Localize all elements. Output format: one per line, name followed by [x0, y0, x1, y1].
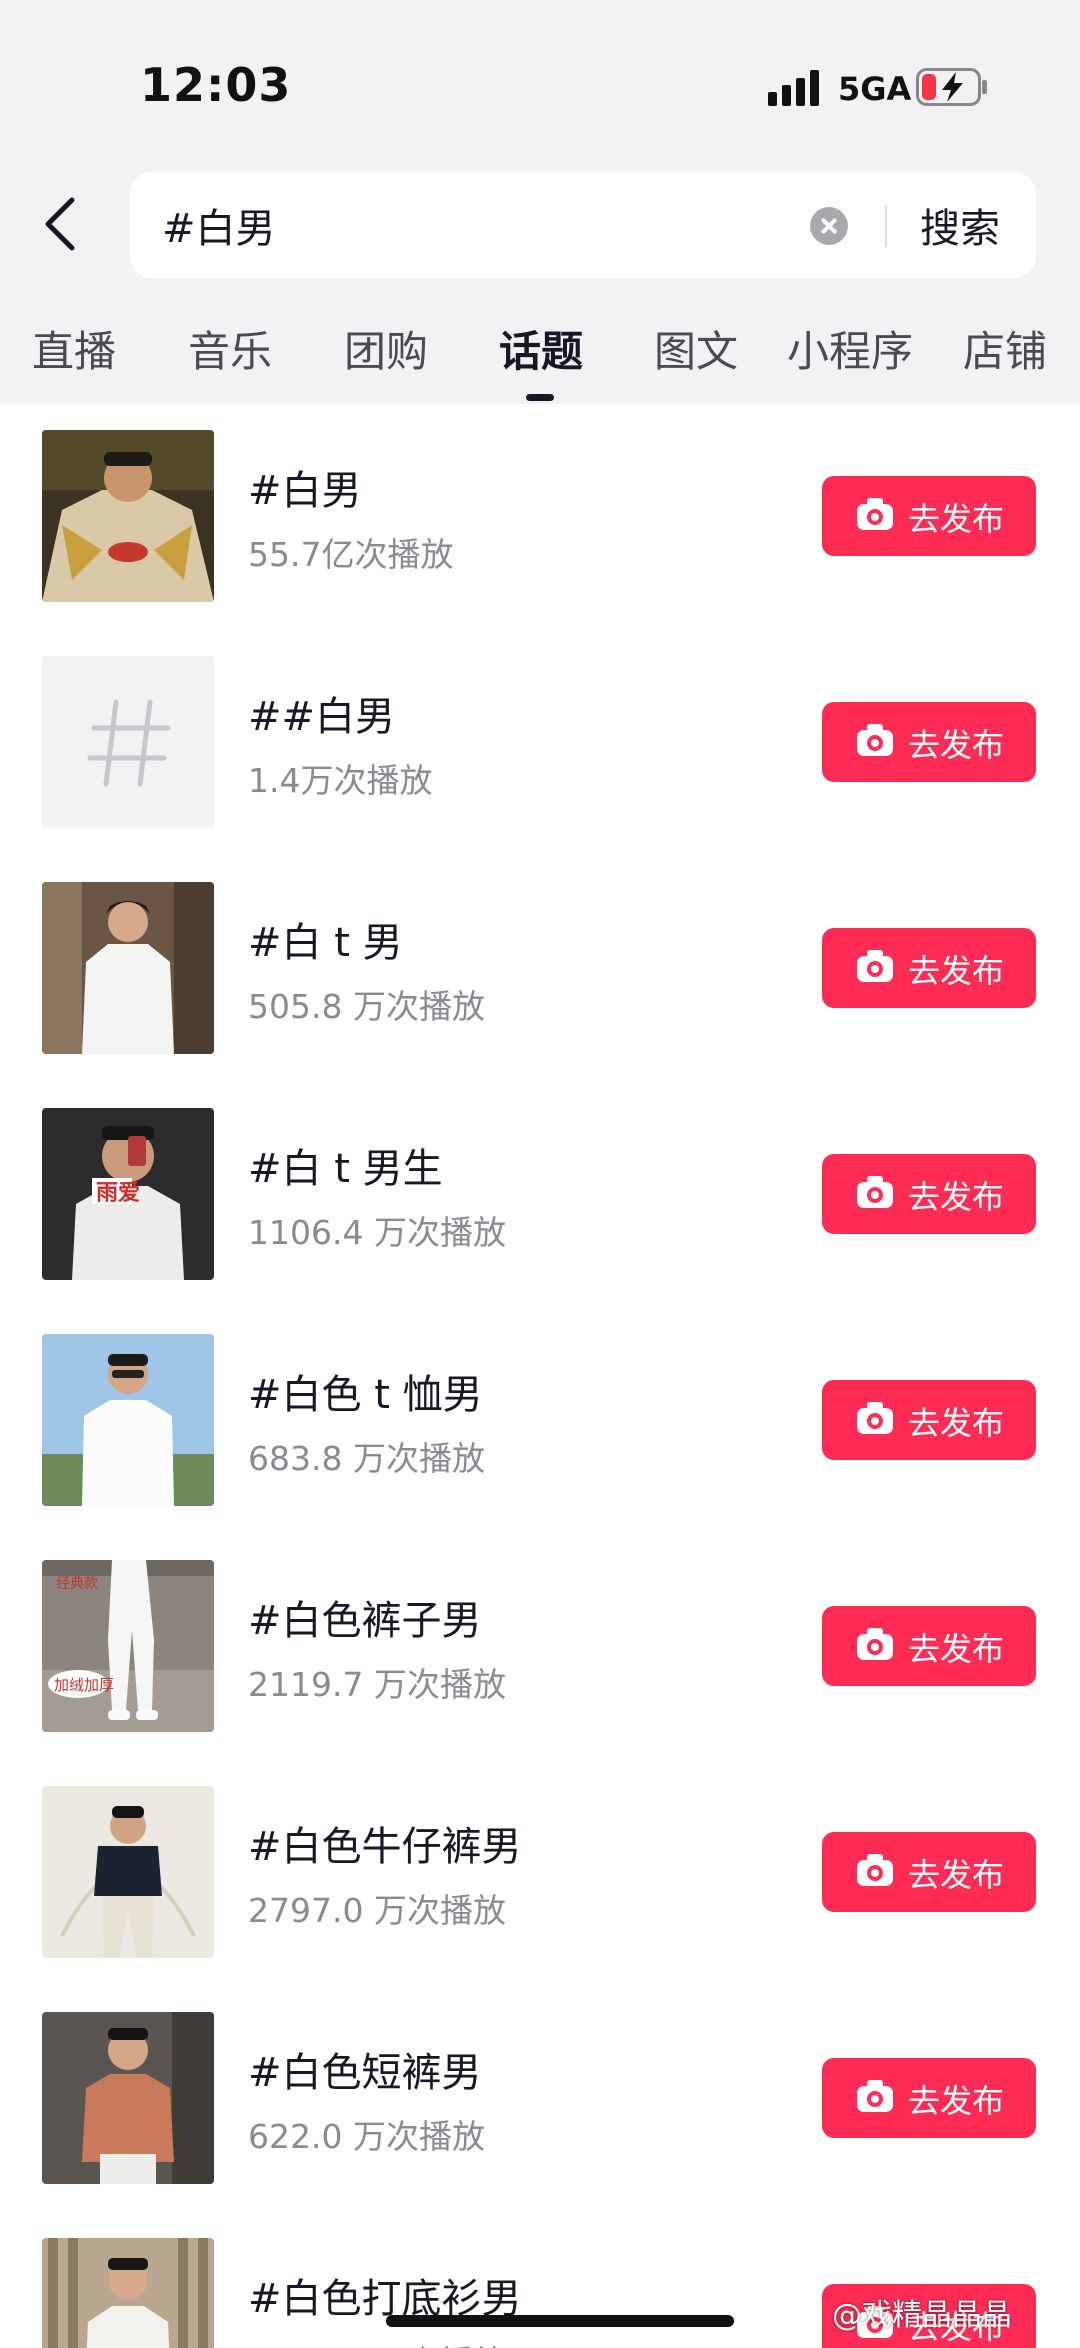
topic-thumbnail	[42, 2238, 214, 2348]
signal-icon	[768, 70, 824, 106]
publish-button[interactable]: 去发布	[822, 1154, 1036, 1234]
publish-button[interactable]: 去发布	[822, 476, 1036, 556]
topic-thumbnail: 雨爱	[42, 1108, 214, 1280]
publish-label: 去发布	[908, 1630, 1005, 1668]
topic-title: #白 t 男生	[248, 1146, 443, 1192]
topic-title: #白 t 男	[248, 920, 403, 966]
topic-row[interactable]: #白色 t 恤男 683.8 万次播放 去发布	[0, 1308, 1080, 1534]
publish-button[interactable]: 去发布	[822, 1380, 1036, 1460]
camera-icon	[857, 498, 893, 530]
topic-title: #白色牛仔裤男	[248, 1824, 522, 1870]
topic-row[interactable]: #白色牛仔裤男 2797.0 万次播放 去发布	[0, 1760, 1080, 1986]
topic-play-count: 1.4万次播放	[248, 761, 433, 800]
network-type: 5GA	[838, 70, 912, 108]
topic-thumbnail	[42, 1786, 214, 1958]
topic-thumbnail	[42, 430, 214, 602]
topic-play-count: 55.7亿次播放	[248, 535, 454, 574]
publish-label: 去发布	[908, 1404, 1005, 1442]
topic-play-count: 1020.3 万次播放	[248, 2336, 506, 2348]
publish-label: 去发布	[908, 952, 1005, 990]
tab-live[interactable]: 直播	[32, 318, 116, 379]
topic-play-count: 1106.4 万次播放	[248, 1213, 506, 1252]
topic-row[interactable]: #白色短裤男 622.0 万次播放 去发布	[0, 1986, 1080, 2212]
thumbnail-caption: 经典款	[56, 1576, 98, 1592]
topic-play-count: 2797.0 万次播放	[248, 1891, 506, 1930]
publish-label: 去发布	[908, 2082, 1005, 2120]
topic-row[interactable]: 经典款 加绒加厚 #白色裤子男 2119.7 万次播放 去发布	[0, 1534, 1080, 1760]
publish-button[interactable]: 去发布	[822, 1606, 1036, 1686]
home-indicator[interactable]	[386, 2315, 734, 2327]
thumbnail-caption: 雨爱	[96, 1181, 140, 1206]
back-arrow-icon[interactable]	[34, 192, 88, 256]
topic-title: #白色短裤男	[248, 2050, 482, 2096]
topic-thumbnail	[42, 2012, 214, 2184]
topic-play-count: 622.0 万次播放	[248, 2117, 485, 2156]
clear-icon[interactable]	[810, 207, 848, 245]
camera-icon	[857, 1402, 893, 1434]
topic-title: ##白男	[248, 694, 396, 740]
tab-topics[interactable]: 话题	[499, 318, 583, 379]
tab-music[interactable]: 音乐	[188, 318, 272, 379]
topic-thumbnail: 经典款 加绒加厚	[42, 1560, 214, 1732]
hashtag-icon	[42, 656, 214, 828]
topic-thumbnail	[42, 1334, 214, 1506]
tab-store[interactable]: 店铺	[963, 318, 1047, 379]
search-input[interactable]: #白男 搜索	[130, 172, 1036, 278]
camera-icon	[857, 1628, 893, 1660]
camera-icon	[857, 2080, 893, 2112]
tab-mini-program[interactable]: 小程序	[787, 318, 913, 379]
divider	[885, 205, 887, 247]
camera-icon	[857, 1854, 893, 1886]
tab-image-text[interactable]: 图文	[654, 318, 738, 379]
publish-label: 去发布	[908, 726, 1005, 764]
publish-button[interactable]: 去发布	[822, 702, 1036, 782]
topic-row[interactable]: #白男 55.7亿次播放 去发布	[0, 404, 1080, 630]
active-tab-indicator	[526, 394, 554, 401]
status-time: 12:03	[140, 58, 292, 112]
tab-group-buy[interactable]: 团购	[344, 318, 428, 379]
camera-icon	[857, 1176, 893, 1208]
search-button[interactable]: 搜索	[920, 196, 1000, 254]
publish-button[interactable]: 去发布	[822, 928, 1036, 1008]
camera-icon	[857, 950, 893, 982]
battery-charging-icon	[916, 68, 987, 106]
camera-icon	[857, 724, 893, 756]
topic-play-count: 683.8 万次播放	[248, 1439, 485, 1478]
publish-label: 去发布	[908, 1856, 1005, 1894]
watermark: @戏精晶晶晶	[832, 2298, 1012, 2333]
topic-title: #白色 t 恤男	[248, 1372, 483, 1418]
thumbnail-badge: 加绒加厚	[54, 1676, 114, 1694]
publish-button[interactable]: 去发布	[822, 2058, 1036, 2138]
topic-thumbnail	[42, 882, 214, 1054]
topic-row[interactable]: #白 t 男 505.8 万次播放 去发布	[0, 856, 1080, 1082]
topic-title: #白色裤子男	[248, 1598, 482, 1644]
top-bar: 12:03 5GA #白男 搜索 直播 音乐 团购 话题 图文 小程序 店铺	[0, 0, 1080, 404]
publish-label: 去发布	[908, 1178, 1005, 1216]
topic-row[interactable]: 雨爱 #白 t 男生 1106.4 万次播放 去发布	[0, 1082, 1080, 1308]
publish-button[interactable]: 去发布	[822, 1832, 1036, 1912]
topic-row[interactable]: ##白男 1.4万次播放 去发布	[0, 630, 1080, 856]
publish-label: 去发布	[908, 500, 1005, 538]
topic-title: #白男	[248, 468, 362, 514]
topic-thumbnail	[42, 656, 214, 828]
search-query[interactable]: #白男	[162, 196, 276, 254]
topic-play-count: 2119.7 万次播放	[248, 1665, 506, 1704]
category-tabs: 直播 音乐 团购 话题 图文 小程序 店铺	[0, 318, 1080, 404]
topic-play-count: 505.8 万次播放	[248, 987, 485, 1026]
